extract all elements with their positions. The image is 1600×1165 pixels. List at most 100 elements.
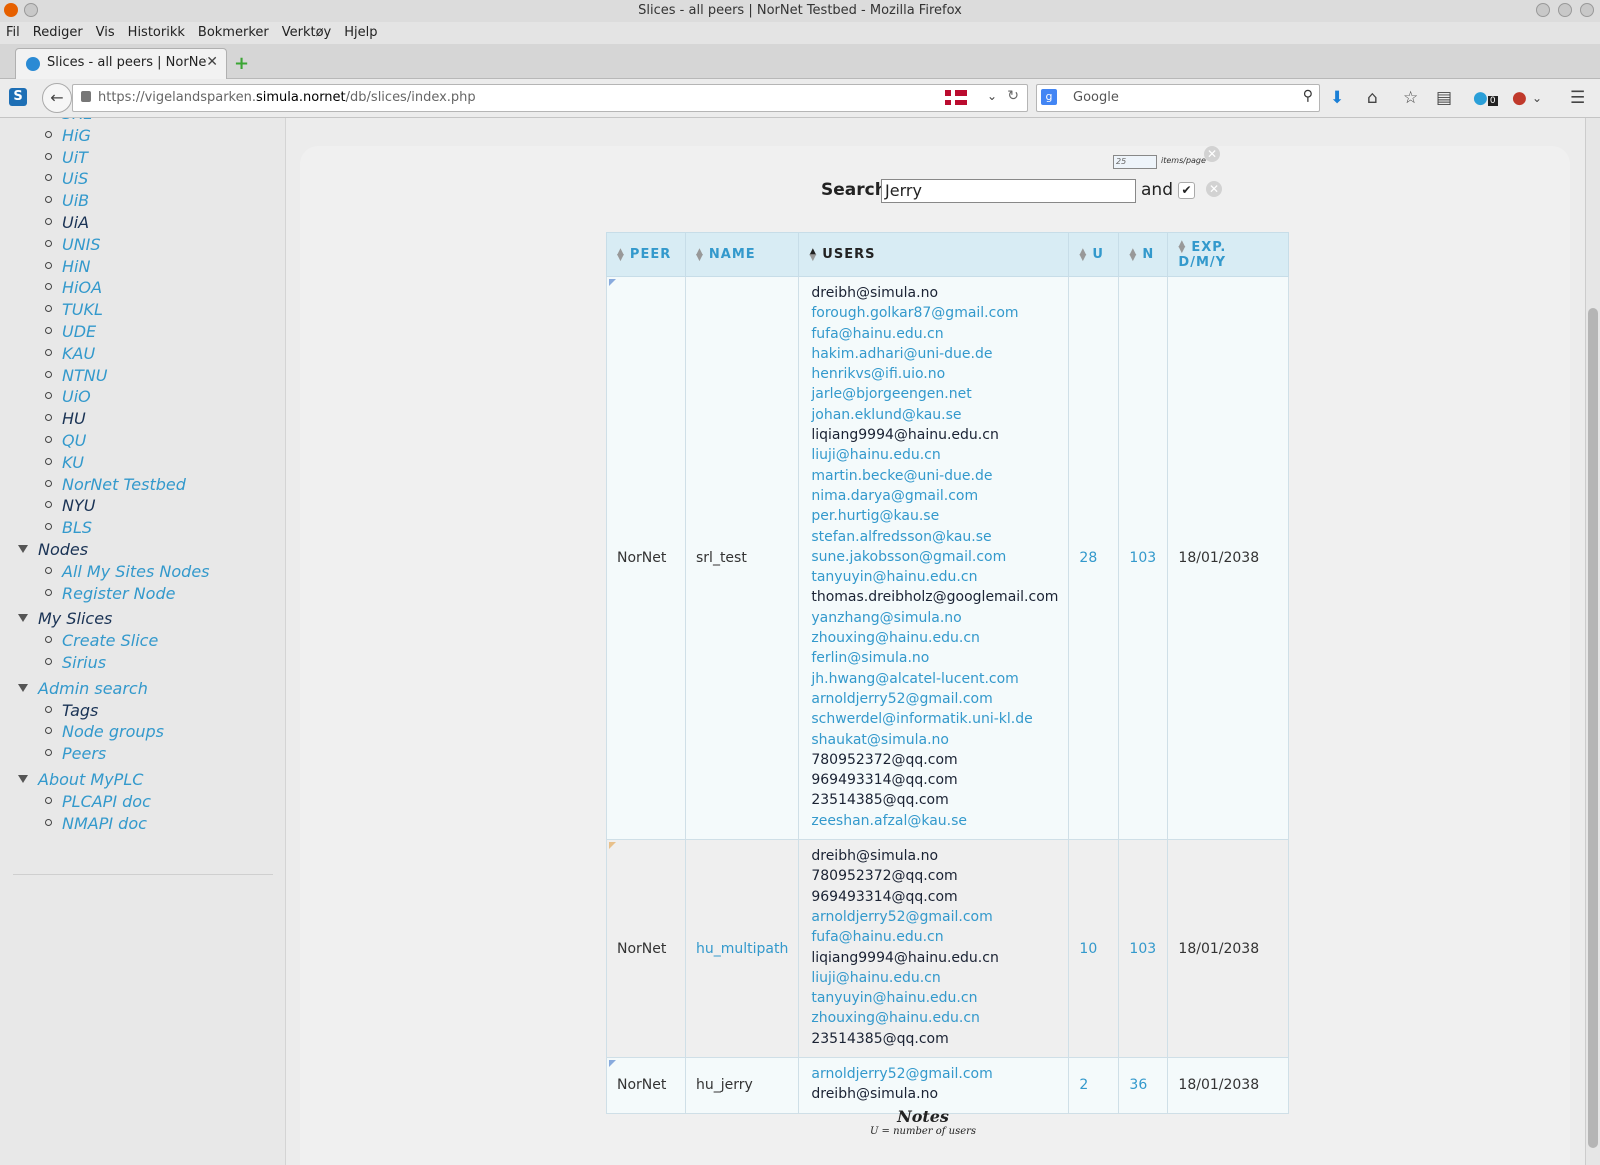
menu-edit[interactable]: Rediger	[27, 22, 90, 40]
download-icon[interactable]: ⬇	[1330, 88, 1344, 108]
adblock-icon[interactable]: ●	[1512, 88, 1527, 108]
user-email[interactable]: shaukat@simula.no	[811, 730, 1058, 750]
sidebar-site-link[interactable]: HU	[62, 409, 86, 428]
sidebar-site-item[interactable]: NYU	[45, 496, 95, 515]
col-peer-header[interactable]: ▲ ▼ PEER	[606, 232, 686, 277]
google-engine-icon[interactable]: g	[1041, 89, 1057, 105]
user-email[interactable]: schwerdel@informatik.uni-kl.de	[811, 709, 1058, 729]
sidebar-item-link[interactable]: Register Node	[62, 584, 175, 603]
user-email[interactable]: johan.eklund@kau.se	[811, 405, 1058, 425]
user-email[interactable]: fufa@hainu.edu.cn	[811, 927, 1058, 947]
new-tab-icon[interactable]: +	[234, 53, 249, 74]
sidebar-item[interactable]: Peers	[45, 744, 106, 763]
sidebar-site-item[interactable]: KU	[45, 453, 84, 472]
reload-icon[interactable]: ↻	[1007, 88, 1019, 104]
sidebar-item-link[interactable]: PLCAPI doc	[62, 792, 151, 811]
search-input[interactable]: Jerry	[881, 179, 1136, 203]
items-per-page-input[interactable]: 25	[1113, 155, 1157, 169]
user-email[interactable]: liuji@hainu.edu.cn	[811, 445, 1058, 465]
close-tab-icon[interactable]: ✕	[206, 54, 218, 70]
sidebar-item-link[interactable]: Create Slice	[62, 631, 158, 650]
u-count-cell[interactable]: 28	[1068, 275, 1120, 841]
sidebar-site-link[interactable]: UDE	[62, 322, 96, 341]
hamburger-menu-icon[interactable]: ☰	[1570, 88, 1585, 108]
sidebar-item[interactable]: PLCAPI doc	[45, 792, 151, 811]
sort-asc-icon[interactable]: ▲ ▼	[809, 247, 817, 262]
sidebar-item-link[interactable]: Peers	[62, 744, 106, 763]
sidebar-item-link[interactable]: NMAPI doc	[62, 814, 147, 833]
sort-arrows-icon[interactable]: ▲ ▼	[1079, 247, 1087, 262]
user-email[interactable]: fufa@hainu.edu.cn	[811, 324, 1058, 344]
clear-search-icon[interactable]: ✕	[1206, 181, 1222, 197]
sidebar-site-item[interactable]: UiS	[45, 169, 88, 188]
page-scrollbar[interactable]	[1585, 118, 1600, 1165]
n-count-cell[interactable]: 103	[1118, 839, 1169, 1058]
user-email[interactable]: henrikvs@ifi.uio.no	[811, 364, 1058, 384]
sidebar-item[interactable]: Tags	[45, 701, 98, 720]
user-email[interactable]: martin.becke@uni-due.de	[811, 466, 1058, 486]
addon-dropdown-icon[interactable]: ⌄	[1532, 91, 1542, 105]
user-email[interactable]: arnoldjerry52@gmail.com	[811, 907, 1058, 927]
tab-slices[interactable]: Slices - all peers | NorNet ... ✕	[15, 48, 227, 79]
user-email[interactable]: forough.golkar87@gmail.com	[811, 303, 1058, 323]
menu-bookmarks[interactable]: Bokmerker	[192, 22, 276, 40]
sidebar-item[interactable]: NMAPI doc	[45, 814, 147, 833]
user-email[interactable]: arnoldjerry52@gmail.com	[811, 689, 1058, 709]
user-email[interactable]: ferlin@simula.no	[811, 648, 1058, 668]
binoculars-icon[interactable]: ⚲	[1303, 88, 1313, 104]
sidebar-section[interactable]: My Slices	[18, 609, 112, 628]
scrollbar-thumb[interactable]	[1588, 308, 1598, 1148]
web-search-bar[interactable]: g Google ⚲	[1036, 84, 1320, 112]
home-icon[interactable]: ⌂	[1367, 88, 1378, 108]
user-email[interactable]: arnoldjerry52@gmail.com	[811, 1064, 1058, 1084]
collapse-triangle-icon[interactable]	[18, 683, 28, 692]
bookmark-star-icon[interactable]: ☆	[1403, 88, 1418, 108]
user-email[interactable]: per.hurtig@kau.se	[811, 506, 1058, 526]
norway-flag-icon[interactable]	[945, 90, 967, 105]
url-text[interactable]: https://vigelandsparken.simula.nornet/db…	[98, 90, 476, 105]
sidebar-item-link[interactable]: Tags	[62, 701, 98, 720]
col-n-header[interactable]: ▲ ▼ N	[1118, 232, 1169, 277]
sidebar-site-link[interactable]: TUKL	[62, 300, 103, 319]
user-email[interactable]: tanyuyin@hainu.edu.cn	[811, 567, 1058, 587]
sort-arrows-icon[interactable]: ▲ ▼	[1129, 247, 1137, 262]
user-email[interactable]: zeeshan.afzal@kau.se	[811, 811, 1058, 831]
user-email[interactable]: nima.darya@gmail.com	[811, 486, 1058, 506]
user-email[interactable]: jh.hwang@alcatel-lucent.com	[811, 669, 1058, 689]
user-email[interactable]: zhouxing@hainu.edu.cn	[811, 628, 1058, 648]
sidebar-site-item[interactable]: HU	[45, 409, 86, 428]
sidebar-site-link[interactable]: NTNU	[62, 366, 107, 385]
menu-file[interactable]: Fil	[0, 22, 27, 40]
sort-arrows-icon[interactable]: ▲ ▼	[1178, 240, 1186, 255]
sidebar-item-link[interactable]: Sirius	[62, 653, 106, 672]
n-count-cell[interactable]: 103	[1118, 275, 1169, 841]
sidebar-site-link[interactable]: UNIS	[62, 235, 101, 254]
url-bar[interactable]: https://vigelandsparken.simula.nornet/db…	[72, 84, 1028, 112]
col-u-header[interactable]: ▲ ▼ U	[1068, 232, 1120, 277]
sidebar-item-link[interactable]: All My Sites Nodes	[62, 562, 210, 581]
col-exp-header[interactable]: ▲ ▼ EXP. D/M/Y	[1167, 232, 1290, 277]
lock-icon[interactable]	[81, 91, 91, 102]
sidebar-site-link[interactable]: QU	[62, 431, 86, 450]
user-email[interactable]: stefan.alfredsson@kau.se	[811, 527, 1058, 547]
sidebar-site-item[interactable]: UiT	[45, 148, 88, 167]
ghostery-icon[interactable]: ● 0	[1473, 88, 1498, 108]
sidebar-item[interactable]: Node groups	[45, 722, 164, 741]
sidebar-site-link[interactable]: SRL	[62, 118, 92, 123]
sidebar-site-link[interactable]: KU	[62, 453, 84, 472]
sidebar-site-link[interactable]: NorNet Testbed	[62, 475, 186, 494]
back-button[interactable]: ←	[42, 83, 72, 113]
sidebar-section-label[interactable]: My Slices	[38, 609, 112, 628]
and-checkbox[interactable]: ✔	[1178, 182, 1195, 199]
sidebar-site-item[interactable]: NTNU	[45, 366, 107, 385]
user-email[interactable]: tanyuyin@hainu.edu.cn	[811, 988, 1058, 1008]
maximize-icon[interactable]	[1558, 3, 1572, 17]
sidebar-site-item[interactable]: QU	[45, 431, 86, 450]
collapse-triangle-icon[interactable]	[18, 614, 28, 623]
s-extension-icon[interactable]: S	[9, 88, 27, 106]
sidebar-site-item[interactable]: UiA	[45, 213, 89, 232]
sidebar-site-link[interactable]: BLS	[62, 518, 92, 537]
u-count-cell[interactable]: 10	[1068, 839, 1120, 1058]
sidebar-section-label[interactable]: About MyPLC	[38, 770, 143, 789]
sidebar-site-item[interactable]: KAU	[45, 344, 95, 363]
